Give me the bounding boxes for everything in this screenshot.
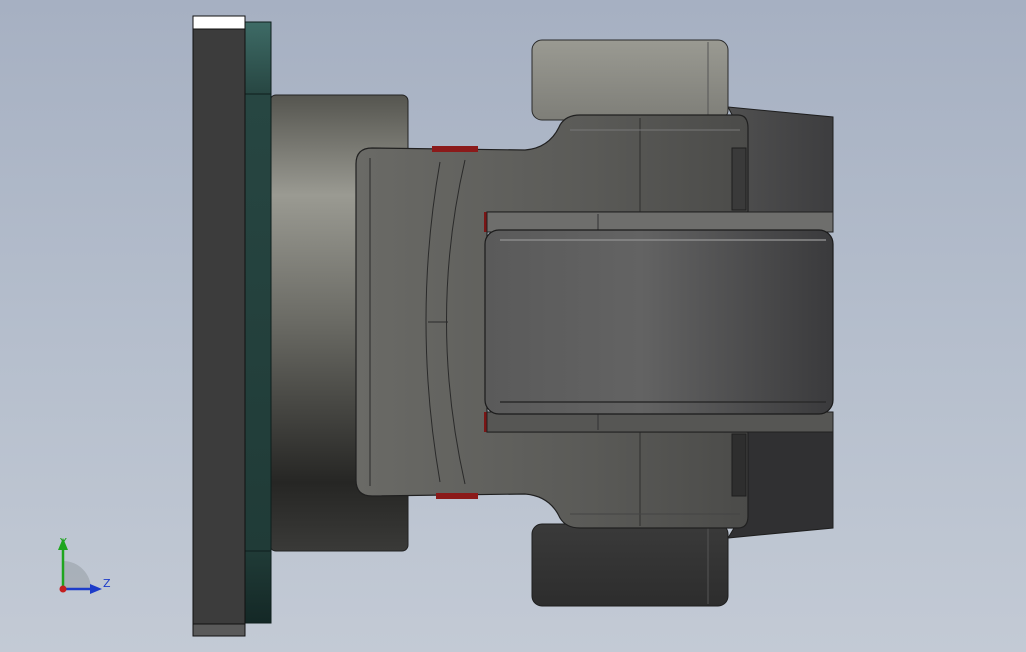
flange-plate[interactable] [192, 15, 246, 637]
model-viewport[interactable]: Y Z [0, 0, 1026, 652]
mount-ring[interactable] [244, 21, 272, 624]
gripper-jaw[interactable] [484, 229, 834, 415]
seal-top [432, 146, 478, 152]
triad-label-y: Y [59, 536, 67, 549]
upper-housing[interactable] [531, 39, 729, 121]
lower-housing[interactable] [531, 523, 729, 607]
triad-quadrant [63, 561, 91, 589]
coordinate-triad: Y Z [58, 536, 111, 594]
triad-z-arrow-icon [90, 584, 102, 594]
triad-label-z: Z [103, 577, 111, 590]
triad-origin [59, 585, 67, 593]
seal-bottom [436, 493, 478, 499]
